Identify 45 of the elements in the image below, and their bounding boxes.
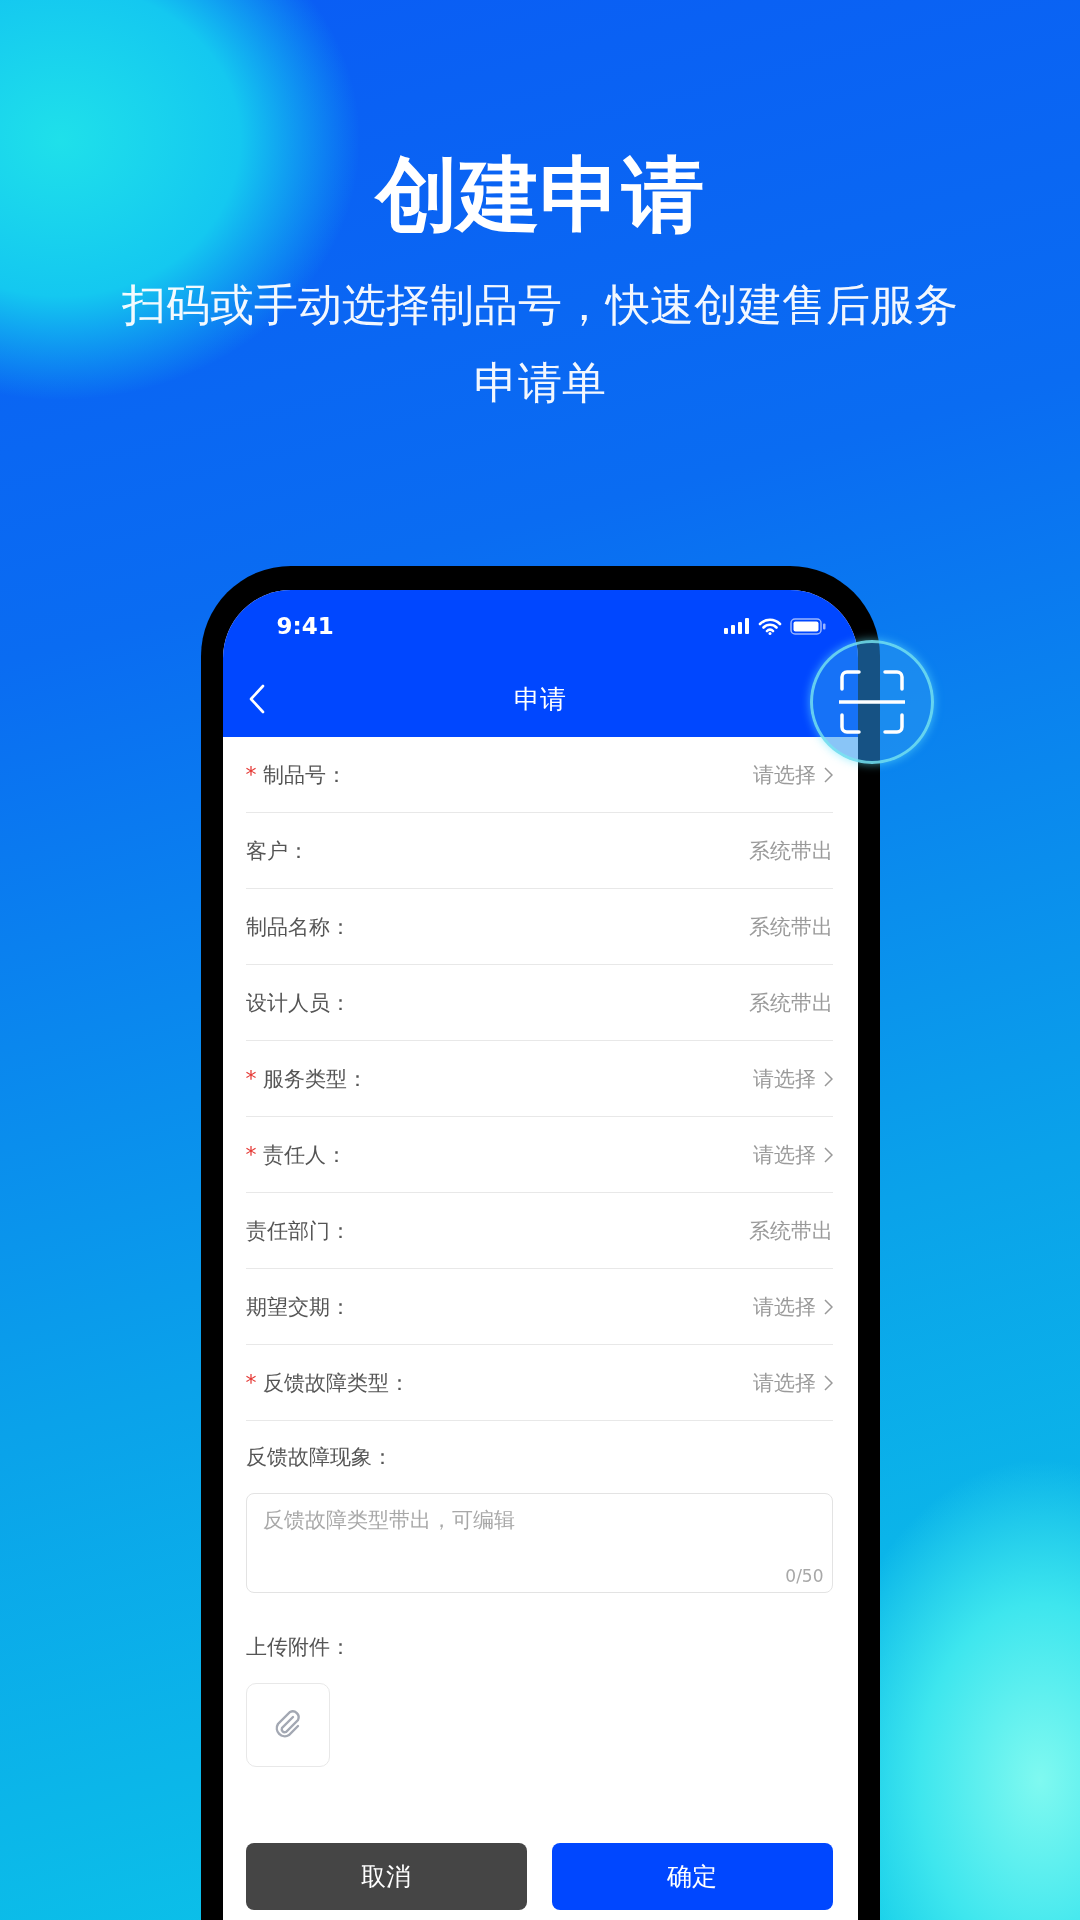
field-label: 反馈故障类型： <box>262 1369 410 1397</box>
field-value: 请选择 <box>752 1065 816 1093</box>
field-label: 责任人： <box>262 1141 347 1169</box>
chevron-icon <box>823 1298 833 1315</box>
required-mark: * <box>245 1066 257 1092</box>
field-label: 客户： <box>245 837 309 865</box>
field-value: 请选择 <box>752 1369 816 1397</box>
field-value: 请选择 <box>752 761 816 789</box>
field-value: 请选择 <box>752 1293 816 1321</box>
scan-icon <box>839 669 905 735</box>
form-row[interactable]: * 制品号： 请选择 <box>245 737 833 814</box>
form-row[interactable]: * 反馈故障类型： 请选择 <box>245 1345 833 1422</box>
headline: 创建申请 <box>376 150 704 241</box>
chevron-icon <box>823 1070 833 1087</box>
form-row[interactable]: * 服务类型： 请选择 <box>245 1041 833 1118</box>
field-value: 系统带出 <box>748 913 833 941</box>
form-row[interactable]: 期望交期： 请选择 <box>245 1269 833 1346</box>
field-label: 服务类型： <box>262 1065 368 1093</box>
field-label: 反馈故障现象： <box>245 1444 394 1472</box>
chevron-icon <box>823 1374 833 1391</box>
back-icon[interactable] <box>248 684 265 715</box>
page-title: 申请 <box>514 683 566 717</box>
signal-icon <box>723 618 750 635</box>
wifi-icon <box>757 617 782 635</box>
form-row[interactable]: * 责任人： 请选择 <box>245 1117 833 1194</box>
field-label: 上传附件： <box>245 1634 352 1662</box>
field-label: 制品名称： <box>245 913 351 941</box>
field-value: 系统带出 <box>748 1217 833 1245</box>
field-value: 请选择 <box>752 1141 816 1169</box>
required-mark: * <box>245 1370 257 1396</box>
cancel-button[interactable]: 取消 <box>245 1843 527 1911</box>
required-mark: * <box>245 762 257 788</box>
field-value: 系统带出 <box>748 989 833 1017</box>
status-time: 9:41 <box>276 613 334 640</box>
confirm-button[interactable]: 确定 <box>551 1843 833 1911</box>
battery-icon <box>789 617 826 635</box>
field-value: 系统带出 <box>748 837 833 865</box>
field-label: 责任部门： <box>245 1217 351 1245</box>
subtitle: 扫码或手动选择制品号，快速创建售后服务申请单 <box>121 278 959 411</box>
chevron-icon <box>823 766 833 783</box>
field-label: 期望交期： <box>245 1293 351 1321</box>
chevron-icon <box>823 1146 833 1163</box>
field-label: 设计人员： <box>245 989 351 1017</box>
field-label: 制品号： <box>262 761 347 789</box>
required-mark: * <box>245 1142 257 1168</box>
